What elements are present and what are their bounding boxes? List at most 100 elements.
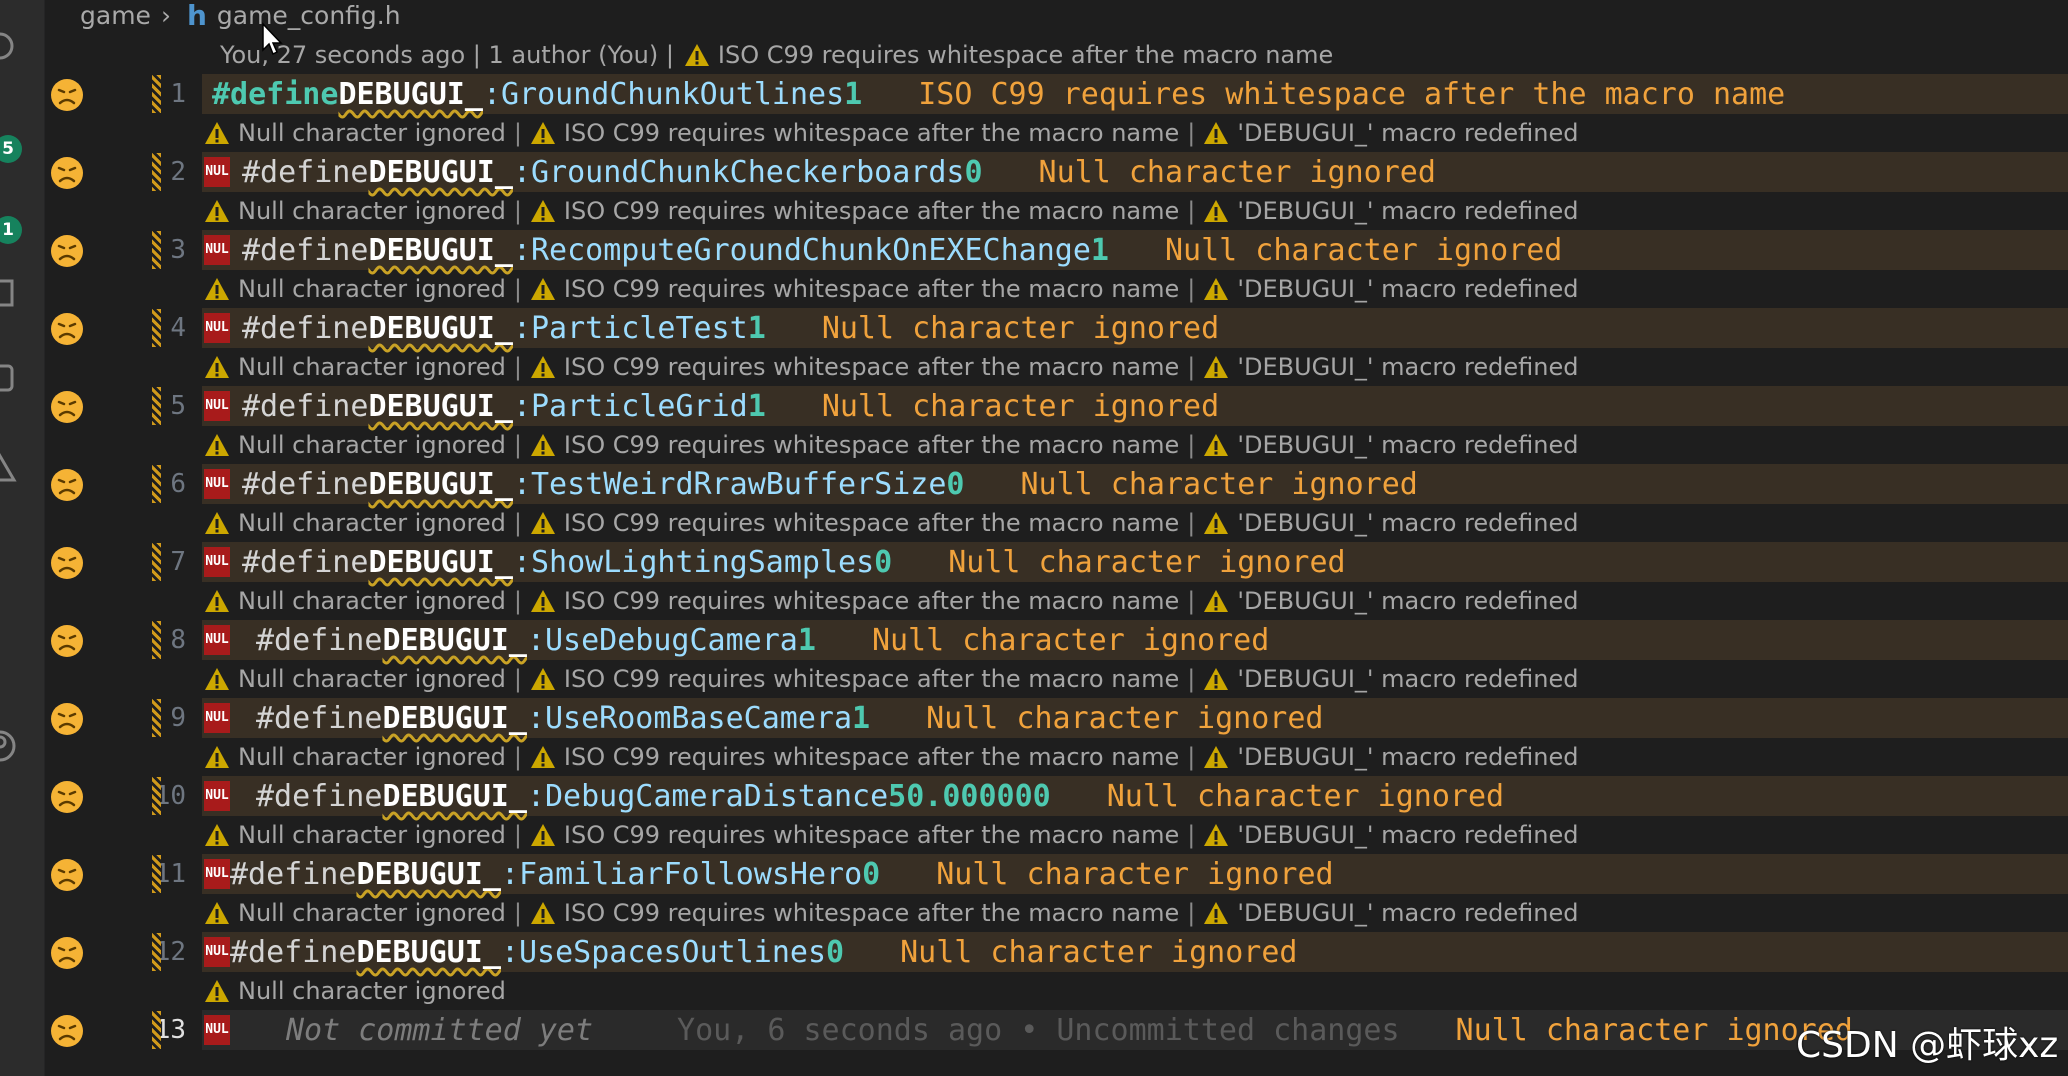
macro-identifier: :FamiliarFollowsHero [500,856,863,892]
code-line[interactable]: 12 NUL #define DEBUGUI_:UseSpacesOutlines … [44,932,2068,972]
diagnostic-annotation[interactable]: Null character ignored [44,972,2068,1010]
git-modified-gutter[interactable] [152,465,161,503]
nul-badge: NUL [204,859,230,889]
blame-header[interactable]: You, 27 seconds ago | 1 author (You) | IS… [44,36,2068,74]
warning-icon [530,511,556,535]
explorer-icon[interactable] [0,28,18,64]
diagnostic-annotation[interactable]: Null character ignored | ISO C99 requires … [44,192,2068,230]
git-modified-gutter[interactable] [152,855,161,893]
git-modified-gutter[interactable] [152,699,161,737]
code-content[interactable]: NUL #define DEBUGUI_:FamiliarFollowsHero … [202,854,2068,894]
line-number: 5 [170,391,186,421]
git-modified-gutter[interactable] [152,387,161,425]
code-line[interactable]: 8 NUL #define DEBUGUI_:UseDebugCamera 1 Nul… [44,620,2068,660]
macro-identifier: :UseSpacesOutlines [500,934,827,970]
git-modified-gutter[interactable] [152,75,161,113]
code-line[interactable]: 7 NUL #define DEBUGUI_:ShowLightingSamples… [44,542,2068,582]
macro-name: DEBUGUI_ [368,466,513,502]
git-modified-gutter[interactable] [152,1011,161,1049]
diagnostic-annotation[interactable]: Null character ignored | ISO C99 requires … [44,348,2068,386]
code-line[interactable]: 13 NUL Not committed yet You, 6 seconds ago… [44,1010,2068,1050]
warning-panel-icon[interactable] [0,450,18,486]
diagnostic-annotation[interactable]: Null character ignored | ISO C99 requires … [44,894,2068,932]
git-modified-gutter[interactable] [152,153,161,191]
code-line[interactable]: 9 NUL #define DEBUGUI_:UseRoomBaseCamera 1… [44,698,2068,738]
git-modified-gutter[interactable] [152,621,161,659]
code-content[interactable]: #define DEBUGUI_:GroundChunkOutlines 1 IS… [202,74,2068,114]
inline-diagnostic: Null character ignored [871,622,1270,658]
git-modified-gutter[interactable] [152,933,161,971]
annotation-separator: | [513,509,522,537]
activity-bar: 5 1 [0,0,45,1076]
extensions-icon[interactable] [0,275,18,311]
diagnostic-annotation[interactable]: Null character ignored | ISO C99 requires … [44,660,2068,698]
code-line[interactable]: 11 NUL #define DEBUGUI_:FamiliarFollowsHer… [44,854,2068,894]
diagnostic-annotation[interactable]: Null character ignored | ISO C99 requires … [44,270,2068,308]
code-line[interactable]: 4 NUL #define DEBUGUI_:ParticleTest 1 Null … [44,308,2068,348]
warning-icon [684,43,710,67]
macro-value: 1 [747,388,766,424]
line-number: 10 [154,781,186,811]
chevron-right-icon: › [160,0,171,30]
annotation-separator: | [513,353,522,381]
breadcrumb-folder[interactable]: game [80,1,151,30]
code-line[interactable]: 1 #define DEBUGUI_:GroundChunkOutlines 1 I… [44,74,2068,114]
diagnostic-annotation[interactable]: Null character ignored | ISO C99 requires … [44,582,2068,620]
line-number: 7 [170,547,186,577]
code-content[interactable]: NUL #define DEBUGUI_:ShowLightingSamples … [202,542,2068,582]
account-icon[interactable] [0,728,18,764]
code-content[interactable]: NUL #define DEBUGUI_:TestWeirdRrawBufferS… [202,464,2068,504]
blame-inline-detail: You, 6 seconds ago • Uncommitted changes [677,1012,1400,1048]
breadcrumb-file[interactable]: game_config.h [217,1,401,30]
editor[interactable]: You, 27 seconds ago | 1 author (You) | IS… [44,36,2068,1050]
code-content[interactable]: NUL #define DEBUGUI_:UseRoomBaseCamera 1 N… [202,698,2068,738]
diagnostic-annotation[interactable]: Null character ignored | ISO C99 requires … [44,114,2068,152]
code-content[interactable]: NUL #define DEBUGUI_:UseSpacesOutlines 0 N… [202,932,2068,972]
define-keyword: #define [230,856,357,892]
inline-diagnostic: Null character ignored [1020,466,1418,502]
code-content[interactable]: NUL #define DEBUGUI_:UseDebugCamera 1 Null… [202,620,2068,660]
code-content[interactable]: NUL #define DEBUGUI_:GroundChunkCheckerbo… [202,152,2068,192]
watermark: CSDN @虾球xz [1796,1025,2059,1066]
macro-identifier: :ParticleGrid [512,388,748,424]
git-modified-gutter[interactable] [152,777,161,815]
warning-icon [1203,277,1229,301]
code-content[interactable]: NUL #define DEBUGUI_:DebugCameraDistance … [202,776,2068,816]
code-line[interactable]: 10 NUL #define DEBUGUI_:DebugCameraDistanc… [44,776,2068,816]
macro-name: DEBUGUI_ [382,700,527,736]
diagnostic-annotation[interactable]: Null character ignored | ISO C99 requires … [44,738,2068,776]
diagnostic-annotation[interactable]: Null character ignored | ISO C99 requires … [44,816,2068,854]
macro-value: 0 [874,544,893,580]
macro-redefined-warning: 'DEBUGUI_' macro redefined [1237,821,1579,849]
code-content[interactable]: NUL #define DEBUGUI_:ParticleGrid 1 Null c… [202,386,2068,426]
warning-icon [530,823,556,847]
remote-icon[interactable] [0,360,18,396]
annotation-separator: | [1187,197,1196,225]
sad-face-icon [50,312,84,346]
run-debug-badge[interactable]: 1 [0,216,22,244]
warning-icon [1203,745,1229,769]
macro-name: DEBUGUI_ [382,622,527,658]
diagnostic-annotation[interactable]: Null character ignored | ISO C99 requires … [44,504,2068,542]
code-line[interactable]: 3 NUL #define DEBUGUI_:RecomputeGroundChun… [44,230,2068,270]
code-line[interactable]: 5 NUL #define DEBUGUI_:ParticleGrid 1 Null … [44,386,2068,426]
diagnostic-annotation[interactable]: Null character ignored | ISO C99 requires … [44,426,2068,464]
code-content[interactable]: NUL #define DEBUGUI_:ParticleTest 1 Null c… [202,308,2068,348]
code-line[interactable]: 6 NUL #define DEBUGUI_:TestWeirdRrawBuffer… [44,464,2068,504]
null-char-warning: Null character ignored [238,587,506,615]
warning-icon [204,199,230,223]
git-modified-gutter[interactable] [152,231,161,269]
macro-value: 1 [797,622,816,658]
macro-redefined-warning: 'DEBUGUI_' macro redefined [1237,509,1579,537]
sad-face-icon [50,78,84,112]
code-content[interactable]: NUL Not committed yet You, 6 seconds ago •… [202,1010,2068,1050]
source-control-badge[interactable]: 5 [0,135,22,163]
git-modified-gutter[interactable] [152,543,161,581]
nul-badge: NUL [204,313,230,343]
iso-whitespace-warning: ISO C99 requires whitespace after the ma… [563,665,1180,693]
git-modified-gutter[interactable] [152,309,161,347]
code-line[interactable]: 2 NUL #define DEBUGUI_:GroundChunkCheckerb… [44,152,2068,192]
warning-icon [1203,199,1229,223]
line-number: 9 [170,703,186,733]
code-content[interactable]: NUL #define DEBUGUI_:RecomputeGroundChunk… [202,230,2068,270]
